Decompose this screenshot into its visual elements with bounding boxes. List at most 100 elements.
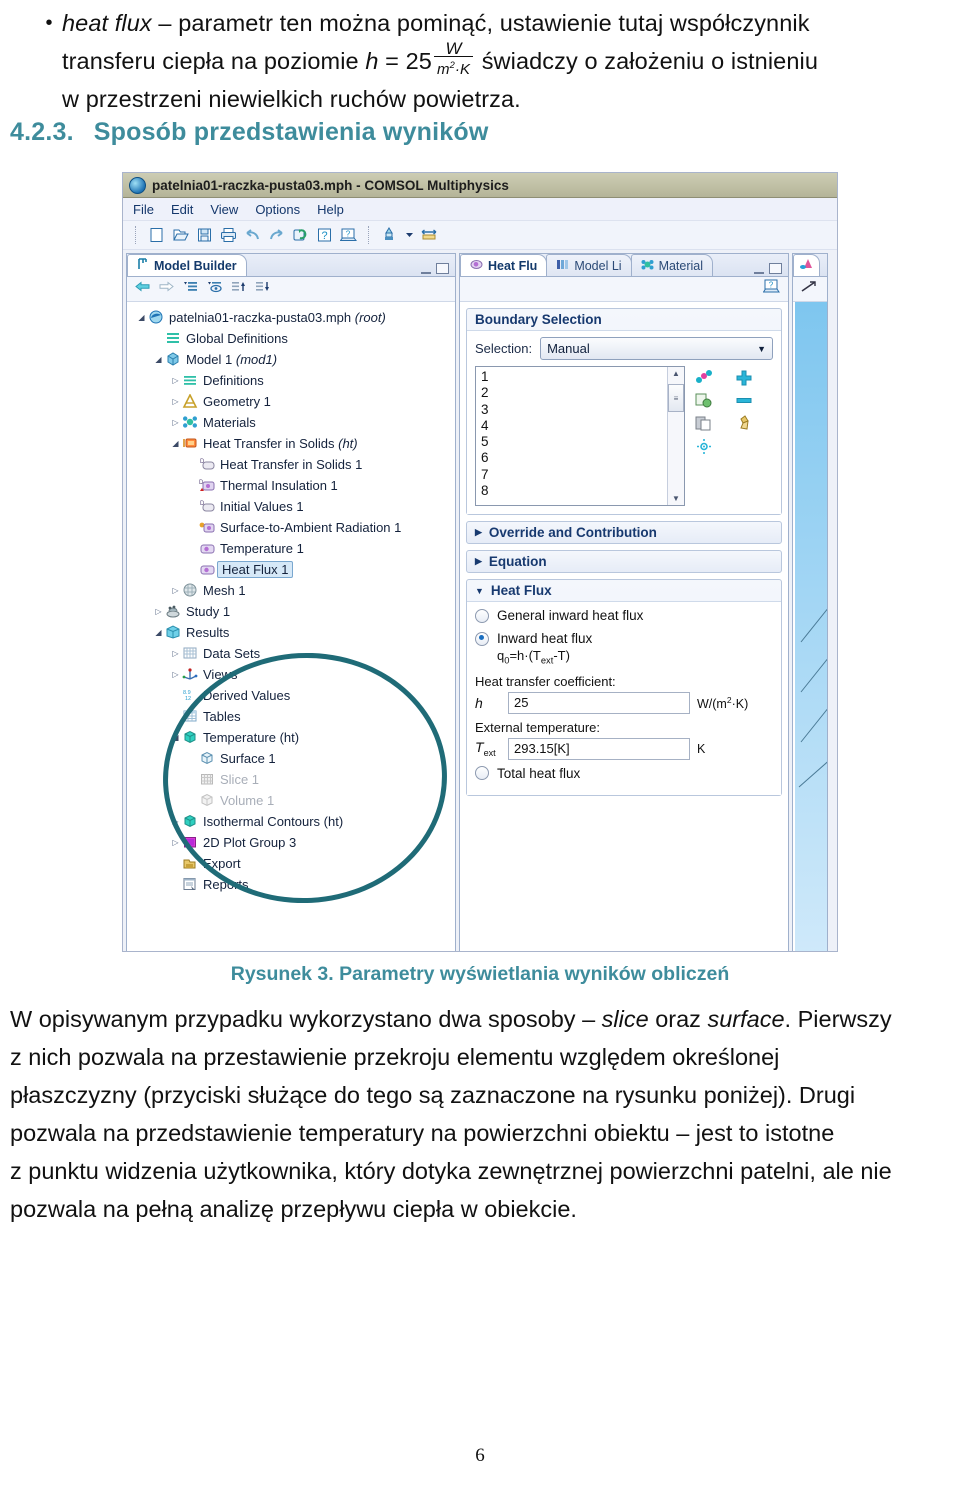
tree-node-study-1[interactable]: ▷ Study 1	[131, 601, 455, 622]
ext-temp-input[interactable]: 293.15[K]	[508, 737, 690, 760]
help-window-icon[interactable]: ?	[340, 227, 357, 243]
override-section[interactable]: ▶ Override and Contribution	[466, 521, 782, 544]
refresh-icon[interactable]	[292, 227, 309, 243]
tree-node-thermal-insulation-1[interactable]: D Thermal Insulation 1	[131, 475, 455, 496]
tree-node-export[interactable]: Export	[131, 853, 455, 874]
heat-flux-section-header[interactable]: ▼ Heat Flux	[467, 580, 781, 601]
add-icon[interactable]	[735, 369, 753, 386]
chevron-right-icon[interactable]: ▷	[169, 397, 182, 406]
chevron-down-icon[interactable]: ◢	[169, 439, 182, 448]
boundary-list-item[interactable]: 5	[481, 434, 667, 450]
chevron-right-icon[interactable]: ▷	[169, 838, 182, 847]
chevron-right-icon[interactable]: ▷	[169, 670, 182, 679]
tree-node-materials[interactable]: ▷ Materials	[131, 412, 455, 433]
tree-node-global-definitions[interactable]: Global Definitions	[131, 328, 455, 349]
tree-node-volume-1[interactable]: Volume 1	[131, 790, 455, 811]
radio-button-total[interactable]	[475, 766, 489, 781]
chevron-down-icon[interactable]: ◢	[169, 733, 182, 742]
settings-minimize-icon[interactable]	[754, 268, 764, 274]
measure-icon[interactable]	[421, 227, 438, 243]
forward-arrow-icon[interactable]	[159, 280, 174, 298]
model-tree-body[interactable]: ◢ patelnia01-raczka-pusta03.mph (root) Glo…	[127, 302, 455, 951]
chevron-right-icon[interactable]: ▷	[169, 586, 182, 595]
chevron-right-icon[interactable]: ▷	[169, 649, 182, 658]
listbox-scrollbar[interactable]: ▲ ≡ ▼	[667, 367, 684, 505]
menu-item-help[interactable]: Help	[317, 202, 344, 217]
chevron-right-icon[interactable]: ▷	[169, 376, 182, 385]
tab-material[interactable]: Material	[630, 254, 714, 276]
clear-icon[interactable]	[735, 415, 753, 432]
chevron-right-icon[interactable]: ▷	[169, 817, 182, 826]
tree-node-heat-flux-1[interactable]: Heat Flux 1	[131, 559, 455, 580]
tree-node-surface-to-ambient-radiation-1[interactable]: Surface-to-Ambient Radiation 1	[131, 517, 455, 538]
save-icon[interactable]	[196, 227, 213, 243]
settings-maximize-icon[interactable]	[769, 263, 782, 274]
menu-item-file[interactable]: File	[133, 202, 154, 217]
htc-input[interactable]: 25	[508, 691, 690, 714]
radio-general-inward[interactable]: General inward heat flux	[475, 608, 773, 623]
move-up-icon[interactable]	[231, 280, 246, 298]
maximize-icon[interactable]	[436, 263, 449, 274]
scroll-up-icon[interactable]: ▲	[672, 367, 680, 380]
tree-node-temperature-ht[interactable]: ◢ Temperature (ht)	[131, 727, 455, 748]
tab-model-builder[interactable]: Model Builder	[127, 254, 247, 276]
radio-inward-heat-flux[interactable]: Inward heat flux	[475, 631, 773, 646]
boundary-list-item[interactable]: 3	[481, 402, 667, 418]
tree-node-mesh-1[interactable]: ▷ Mesh 1	[131, 580, 455, 601]
collapse-list-icon[interactable]	[183, 280, 198, 298]
selection-dropdown[interactable]: Manual ▼	[540, 337, 773, 360]
print-icon[interactable]	[220, 227, 237, 243]
remove-icon[interactable]	[735, 392, 753, 409]
radio-button-inward[interactable]	[475, 631, 489, 646]
boundary-list-item[interactable]: 1	[481, 369, 667, 385]
boundary-list-item[interactable]: 6	[481, 450, 667, 466]
help-icon[interactable]: ?	[316, 227, 333, 243]
tree-node-model-1[interactable]: ◢ Model 1 (mod1)	[131, 349, 455, 370]
paste-copy-icon[interactable]	[695, 392, 713, 409]
brush-icon[interactable]	[381, 227, 398, 243]
tree-node-derived-values[interactable]: 8.9 12 Derived Values	[131, 685, 455, 706]
tree-node-results[interactable]: ◢ Results	[131, 622, 455, 643]
model-tree[interactable]: ◢ patelnia01-raczka-pusta03.mph (root) Glo…	[127, 302, 455, 895]
new-icon[interactable]	[148, 227, 165, 243]
tab-graphics[interactable]	[793, 254, 820, 276]
chevron-right-icon[interactable]: ▷	[152, 607, 165, 616]
tab-model-library[interactable]: Model Li	[546, 254, 632, 276]
boundary-list-item[interactable]: 2	[481, 385, 667, 401]
undo-icon[interactable]	[244, 227, 261, 243]
tree-node-definitions[interactable]: ▷ Definitions	[131, 370, 455, 391]
tree-node-data-sets[interactable]: ▷ Data Sets	[131, 643, 455, 664]
override-section-header[interactable]: ▶ Override and Contribution	[467, 522, 781, 543]
tree-node-initial-values-1[interactable]: D Initial Values 1	[131, 496, 455, 517]
tree-node-geometry-1[interactable]: ▷ Geometry 1	[131, 391, 455, 412]
menu-item-edit[interactable]: Edit	[171, 202, 193, 217]
show-hidden-icon[interactable]	[207, 280, 222, 298]
chevron-right-icon[interactable]: ▷	[169, 418, 182, 427]
redo-icon[interactable]	[268, 227, 285, 243]
minimize-icon[interactable]	[421, 268, 431, 274]
tree-node-heat-transfer-in-solids-1[interactable]: D Heat Transfer in Solids 1	[131, 454, 455, 475]
tree-node-heat-transfer-in-solids[interactable]: ◢ Heat Transfer in Solids (ht)	[131, 433, 455, 454]
open-icon[interactable]	[172, 227, 189, 243]
graphics-canvas[interactable]	[793, 302, 827, 951]
tree-node-views[interactable]: ▷ Views	[131, 664, 455, 685]
move-down-icon[interactable]	[255, 280, 270, 298]
scroll-down-icon[interactable]: ▼	[672, 492, 680, 505]
menu-item-view[interactable]: View	[210, 202, 238, 217]
boundary-list-item[interactable]: 7	[481, 467, 667, 483]
boundary-list-item[interactable]: 8	[481, 483, 667, 499]
paste-icon[interactable]	[695, 415, 713, 432]
back-arrow-icon[interactable]	[135, 280, 150, 298]
tree-node-slice-1[interactable]: Slice 1	[131, 769, 455, 790]
radio-button-general[interactable]	[475, 608, 489, 623]
tree-node-tables[interactable]: Tables	[131, 706, 455, 727]
tree-node-patelnia01-raczka-pusta03-mph[interactable]: ◢ patelnia01-raczka-pusta03.mph (root)	[131, 307, 455, 328]
menu-item-options[interactable]: Options	[255, 202, 300, 217]
equation-section-header[interactable]: ▶ Equation	[467, 551, 781, 572]
tree-node-2d-plot-group-3[interactable]: ▷ 2D Plot Group 3	[131, 832, 455, 853]
tree-node-isothermal-contours-ht[interactable]: ▷ Isothermal Contours (ht)	[131, 811, 455, 832]
tree-node-surface-1[interactable]: Surface 1	[131, 748, 455, 769]
chevron-down-icon[interactable]: ◢	[152, 355, 165, 364]
hide-geometry-icon[interactable]	[801, 280, 817, 298]
tree-node-temperature-1[interactable]: Temperature 1	[131, 538, 455, 559]
